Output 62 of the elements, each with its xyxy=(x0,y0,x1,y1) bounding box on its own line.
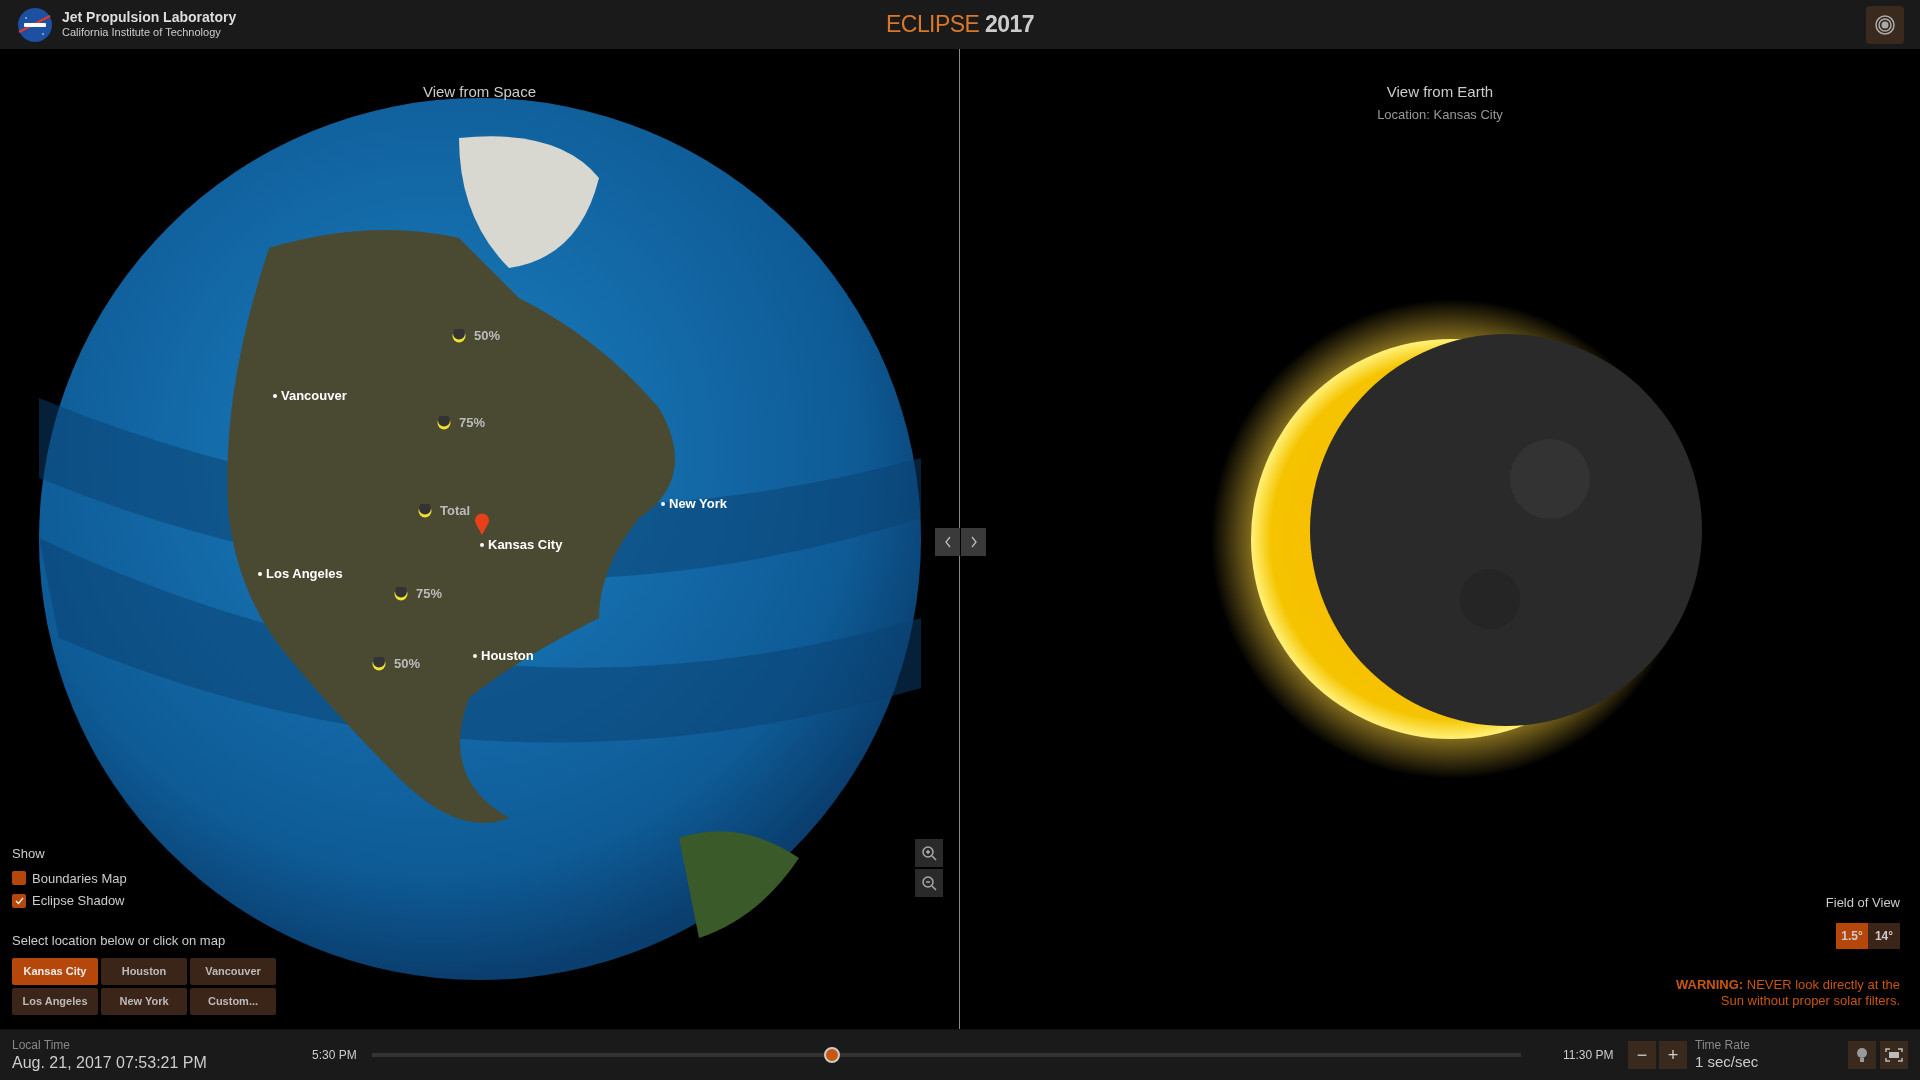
field-of-view-button[interactable]: 14° xyxy=(1868,922,1900,949)
location-button[interactable]: Kansas City xyxy=(12,958,98,985)
eclipse-phase-icon xyxy=(418,503,432,518)
city-label: Houston xyxy=(481,647,534,665)
checkbox-label[interactable]: Eclipse Shadow xyxy=(32,891,125,911)
fullscreen-button[interactable] xyxy=(1880,1041,1908,1069)
shadow-label: 50% xyxy=(394,655,421,673)
city-label: Los Angeles xyxy=(266,565,343,583)
location-button[interactable]: Vancouver xyxy=(190,958,276,985)
chevron-left-icon xyxy=(943,536,952,548)
checkbox[interactable] xyxy=(12,871,26,886)
location-button[interactable]: New York xyxy=(101,988,187,1015)
map-pin-icon xyxy=(474,513,490,535)
local-time: Aug. 21, 2017 07:53:21 PM xyxy=(12,1052,208,1073)
shadow-label: 75% xyxy=(459,414,486,432)
time-rate: 1 sec/sec xyxy=(1695,1053,1759,1072)
local-time-label: Local Time xyxy=(12,1037,72,1053)
field-of-view-title: Field of View xyxy=(1825,894,1900,912)
slider-thumb[interactable] xyxy=(823,1047,840,1063)
lightbulb-button[interactable] xyxy=(1848,1041,1876,1069)
eclipse-phase-icon xyxy=(394,586,408,601)
minus-button[interactable]: − xyxy=(1628,1041,1656,1069)
location-label: Location: Kansas City xyxy=(1377,106,1503,124)
previous-button[interactable] xyxy=(935,528,960,556)
location-button[interactable]: Custom... xyxy=(190,988,276,1015)
location-prompt: Select location below or click on map xyxy=(12,931,227,950)
eclipse-phase-icon xyxy=(372,656,386,671)
show-title: Show xyxy=(12,845,46,863)
lightbulb-icon xyxy=(1856,1047,1868,1063)
city-label: Vancouver xyxy=(281,387,347,405)
city-label: Kansas City xyxy=(488,536,563,554)
chevron-right-icon xyxy=(969,536,978,548)
zoom-out-icon xyxy=(921,875,937,891)
city-label: New York xyxy=(669,495,728,513)
next-button[interactable] xyxy=(961,528,986,556)
shadow-label: 75% xyxy=(416,585,443,603)
target-icon xyxy=(1874,13,1896,36)
shadow-label: 50% xyxy=(474,327,501,345)
nasa-logo-icon xyxy=(16,5,54,44)
zoom-out-button[interactable] xyxy=(915,869,943,897)
zoom-in-icon xyxy=(921,845,937,861)
org-subtitle: California Institute of Technology xyxy=(62,26,222,41)
zoom-in-button[interactable] xyxy=(915,839,943,867)
org-name: Jet Propulsion Laboratory xyxy=(62,8,237,27)
eclipse-phase-icon xyxy=(452,328,466,343)
plus-button[interactable]: + xyxy=(1659,1041,1687,1069)
fullscreen-icon xyxy=(1885,1048,1903,1062)
end-time: 11:30 PM xyxy=(1563,1047,1615,1064)
time-rate-label: Time Rate xyxy=(1695,1038,1751,1054)
shadow-label: Total xyxy=(440,502,471,520)
settings-button[interactable] xyxy=(1866,5,1904,44)
checkbox-label[interactable]: Boundaries Map xyxy=(32,868,127,888)
eclipse-phase-icon xyxy=(437,415,451,430)
checkmark-icon xyxy=(14,896,24,905)
start-time: 5:30 PM xyxy=(312,1047,358,1064)
warning-text: WARNING: NEVER look directly at the Sun without proper solar filters. xyxy=(1675,976,1900,1011)
location-button[interactable]: Los Angeles xyxy=(12,988,98,1015)
checkbox[interactable] xyxy=(12,893,26,908)
view-title: View from Earth xyxy=(1386,82,1494,102)
view-title: View from Space xyxy=(422,82,537,102)
app-title: ECLIPSE 2017 xyxy=(886,10,1034,40)
location-button[interactable]: Houston xyxy=(101,958,187,985)
